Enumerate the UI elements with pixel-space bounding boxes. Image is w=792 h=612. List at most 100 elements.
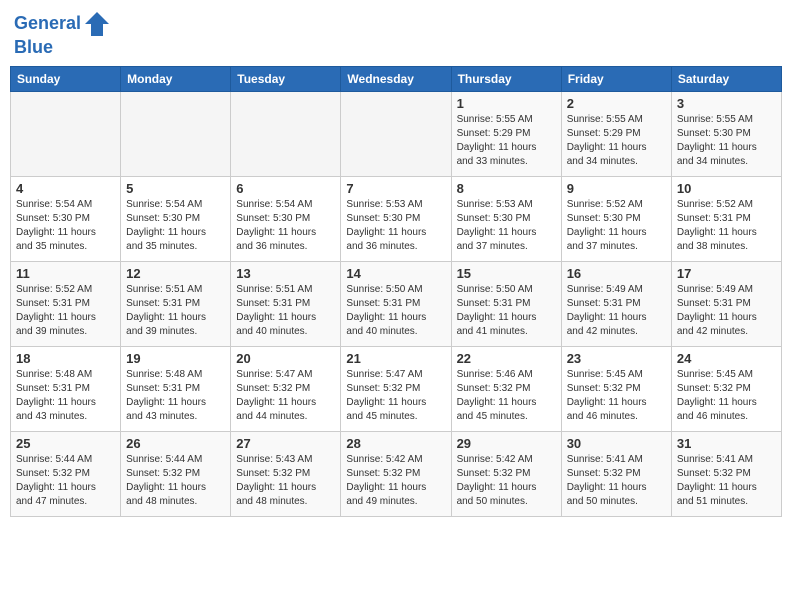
day-number: 25: [16, 436, 115, 451]
day-info: Sunrise: 5:53 AM Sunset: 5:30 PM Dayligh…: [457, 198, 556, 254]
day-number: 27: [236, 436, 335, 451]
calendar-cell: [231, 91, 341, 176]
day-number: 17: [677, 266, 776, 281]
day-info: Sunrise: 5:41 AM Sunset: 5:32 PM Dayligh…: [567, 453, 666, 509]
day-number: 5: [126, 181, 225, 196]
day-info: Sunrise: 5:52 AM Sunset: 5:31 PM Dayligh…: [677, 198, 776, 254]
day-number: 30: [567, 436, 666, 451]
calendar-cell: [341, 91, 451, 176]
day-info: Sunrise: 5:50 AM Sunset: 5:31 PM Dayligh…: [457, 283, 556, 339]
day-number: 16: [567, 266, 666, 281]
day-number: 14: [346, 266, 445, 281]
day-info: Sunrise: 5:45 AM Sunset: 5:32 PM Dayligh…: [677, 368, 776, 424]
calendar-cell: 20 Sunrise: 5:47 AM Sunset: 5:32 PM Dayli…: [231, 346, 341, 431]
calendar-cell: 2Sunrise: 5:55 AM Sunset: 5:29 PM Daylig…: [561, 91, 671, 176]
day-info: Sunrise: 5:48 AM Sunset: 5:31 PM Dayligh…: [16, 368, 115, 424]
calendar-cell: 19Sunrise: 5:48 AM Sunset: 5:31 PM Dayli…: [121, 346, 231, 431]
weekday-header: Thursday: [451, 66, 561, 91]
calendar-cell: 18Sunrise: 5:48 AM Sunset: 5:31 PM Dayli…: [11, 346, 121, 431]
day-info: Sunrise: 5:47 AM Sunset: 5:32 PM Dayligh…: [346, 368, 445, 424]
day-number: 4: [16, 181, 115, 196]
calendar-cell: 12 Sunrise: 5:51 AM Sunset: 5:31 PM Dayli…: [121, 261, 231, 346]
day-info: Sunrise: 5:50 AM Sunset: 5:31 PM Dayligh…: [346, 283, 445, 339]
day-number: 28: [346, 436, 445, 451]
logo-icon: [83, 10, 111, 38]
day-info: Sunrise: 5:43 AM Sunset: 5:32 PM Dayligh…: [236, 453, 335, 509]
day-number: 13: [236, 266, 335, 281]
day-number: 6: [236, 181, 335, 196]
day-info: Sunrise: 5:51 AM Sunset: 5:31 PM Dayligh…: [126, 283, 225, 339]
calendar-cell: 6 Sunrise: 5:54 AM Sunset: 5:30 PM Daylig…: [231, 176, 341, 261]
day-number: 21: [346, 351, 445, 366]
day-number: 10: [677, 181, 776, 196]
day-number: 19: [126, 351, 225, 366]
day-number: 8: [457, 181, 556, 196]
weekday-header: Sunday: [11, 66, 121, 91]
day-number: 26: [126, 436, 225, 451]
day-info: Sunrise: 5:54 AM Sunset: 5:30 PM Dayligh…: [126, 198, 225, 254]
day-number: 15: [457, 266, 556, 281]
day-info: Sunrise: 5:47 AM Sunset: 5:32 PM Dayligh…: [236, 368, 335, 424]
calendar-cell: 24 Sunrise: 5:45 AM Sunset: 5:32 PM Dayli…: [671, 346, 781, 431]
day-number: 1: [457, 96, 556, 111]
day-number: 24: [677, 351, 776, 366]
calendar-cell: 7 Sunrise: 5:53 AM Sunset: 5:30 PM Daylig…: [341, 176, 451, 261]
calendar-cell: 26 Sunrise: 5:44 AM Sunset: 5:32 PM Dayli…: [121, 431, 231, 516]
calendar-cell: 4 Sunrise: 5:54 AM Sunset: 5:30 PM Daylig…: [11, 176, 121, 261]
day-number: 29: [457, 436, 556, 451]
calendar-cell: 17 Sunrise: 5:49 AM Sunset: 5:31 PM Dayli…: [671, 261, 781, 346]
day-number: 3: [677, 96, 776, 111]
logo-text: General: [14, 10, 111, 38]
day-info: Sunrise: 5:51 AM Sunset: 5:31 PM Dayligh…: [236, 283, 335, 339]
calendar-cell: 21 Sunrise: 5:47 AM Sunset: 5:32 PM Dayli…: [341, 346, 451, 431]
calendar-cell: 5 Sunrise: 5:54 AM Sunset: 5:30 PM Daylig…: [121, 176, 231, 261]
day-info: Sunrise: 5:54 AM Sunset: 5:30 PM Dayligh…: [16, 198, 115, 254]
calendar-cell: 31Sunrise: 5:41 AM Sunset: 5:32 PM Dayli…: [671, 431, 781, 516]
day-number: 2: [567, 96, 666, 111]
weekday-header: Tuesday: [231, 66, 341, 91]
calendar-cell: 11Sunrise: 5:52 AM Sunset: 5:31 PM Dayli…: [11, 261, 121, 346]
day-info: Sunrise: 5:55 AM Sunset: 5:30 PM Dayligh…: [677, 113, 776, 169]
day-info: Sunrise: 5:52 AM Sunset: 5:30 PM Dayligh…: [567, 198, 666, 254]
day-info: Sunrise: 5:55 AM Sunset: 5:29 PM Dayligh…: [457, 113, 556, 169]
day-info: Sunrise: 5:42 AM Sunset: 5:32 PM Dayligh…: [346, 453, 445, 509]
calendar-cell: 9 Sunrise: 5:52 AM Sunset: 5:30 PM Daylig…: [561, 176, 671, 261]
day-info: Sunrise: 5:54 AM Sunset: 5:30 PM Dayligh…: [236, 198, 335, 254]
day-info: Sunrise: 5:45 AM Sunset: 5:32 PM Dayligh…: [567, 368, 666, 424]
calendar-cell: 8 Sunrise: 5:53 AM Sunset: 5:30 PM Daylig…: [451, 176, 561, 261]
calendar-cell: 23 Sunrise: 5:45 AM Sunset: 5:32 PM Dayli…: [561, 346, 671, 431]
calendar-cell: [121, 91, 231, 176]
calendar-week-row: 11Sunrise: 5:52 AM Sunset: 5:31 PM Dayli…: [11, 261, 782, 346]
calendar-cell: 25 Sunrise: 5:44 AM Sunset: 5:32 PM Dayli…: [11, 431, 121, 516]
day-number: 20: [236, 351, 335, 366]
calendar-cell: 14 Sunrise: 5:50 AM Sunset: 5:31 PM Dayli…: [341, 261, 451, 346]
calendar-week-row: 4 Sunrise: 5:54 AM Sunset: 5:30 PM Daylig…: [11, 176, 782, 261]
calendar-cell: 10 Sunrise: 5:52 AM Sunset: 5:31 PM Dayli…: [671, 176, 781, 261]
weekday-header: Saturday: [671, 66, 781, 91]
day-info: Sunrise: 5:41 AM Sunset: 5:32 PM Dayligh…: [677, 453, 776, 509]
day-number: 11: [16, 266, 115, 281]
calendar-week-row: 25 Sunrise: 5:44 AM Sunset: 5:32 PM Dayli…: [11, 431, 782, 516]
calendar-cell: 29Sunrise: 5:42 AM Sunset: 5:32 PM Dayli…: [451, 431, 561, 516]
header: General Blue: [10, 10, 782, 58]
calendar-week-row: 18Sunrise: 5:48 AM Sunset: 5:31 PM Dayli…: [11, 346, 782, 431]
day-info: Sunrise: 5:44 AM Sunset: 5:32 PM Dayligh…: [16, 453, 115, 509]
day-info: Sunrise: 5:53 AM Sunset: 5:30 PM Dayligh…: [346, 198, 445, 254]
day-number: 12: [126, 266, 225, 281]
weekday-header: Wednesday: [341, 66, 451, 91]
calendar-cell: 22Sunrise: 5:46 AM Sunset: 5:32 PM Dayli…: [451, 346, 561, 431]
calendar-cell: 16 Sunrise: 5:49 AM Sunset: 5:31 PM Dayli…: [561, 261, 671, 346]
calendar-cell: 3 Sunrise: 5:55 AM Sunset: 5:30 PM Daylig…: [671, 91, 781, 176]
logo-text2: Blue: [14, 38, 111, 58]
calendar-table: SundayMondayTuesdayWednesdayThursdayFrid…: [10, 66, 782, 517]
calendar-cell: 27 Sunrise: 5:43 AM Sunset: 5:32 PM Dayli…: [231, 431, 341, 516]
day-number: 7: [346, 181, 445, 196]
day-info: Sunrise: 5:49 AM Sunset: 5:31 PM Dayligh…: [677, 283, 776, 339]
weekday-header: Friday: [561, 66, 671, 91]
calendar-cell: 30 Sunrise: 5:41 AM Sunset: 5:32 PM Dayli…: [561, 431, 671, 516]
day-number: 9: [567, 181, 666, 196]
day-info: Sunrise: 5:49 AM Sunset: 5:31 PM Dayligh…: [567, 283, 666, 339]
day-number: 23: [567, 351, 666, 366]
weekday-header: Monday: [121, 66, 231, 91]
day-info: Sunrise: 5:44 AM Sunset: 5:32 PM Dayligh…: [126, 453, 225, 509]
